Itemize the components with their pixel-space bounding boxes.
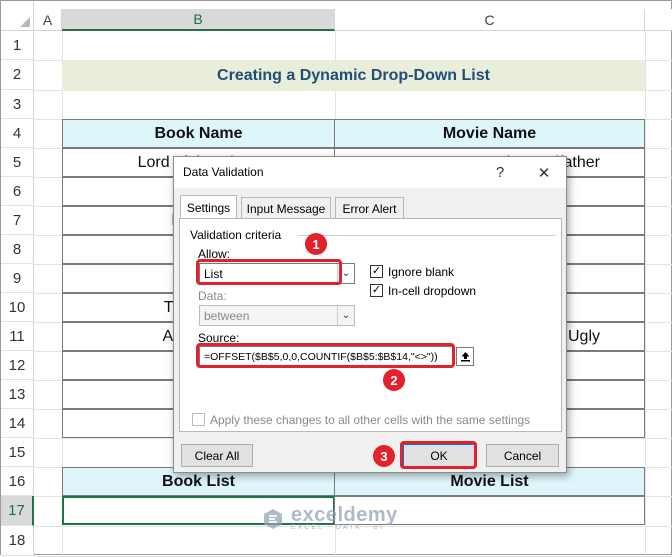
group-divider [298,235,556,236]
header-movie-name[interactable]: Movie Name [334,119,645,148]
settings-panel: Validation criteria Allow: List ⌄ ✓ Igno… [179,218,562,432]
row-header-18[interactable]: 18 [1,526,34,556]
sheet-title[interactable]: Creating a Dynamic Drop-Down List [62,60,645,91]
column-header-b[interactable]: B [62,9,335,31]
tab-settings[interactable]: Settings [180,195,237,219]
row-header-3[interactable]: 3 [1,90,34,119]
row-header-6[interactable]: 6 [1,177,34,206]
row-header-5[interactable]: 5 [1,148,34,177]
row-header-17[interactable]: 17 [1,496,34,526]
chevron-down-icon[interactable]: ⌄ [337,306,354,325]
data-validation-dialog: Data Validation ? ✕ Settings Input Messa… [173,156,567,473]
step-2-badge: 2 [383,369,405,391]
row-header-1[interactable]: 1 [1,31,34,60]
highlight-ok [400,441,477,469]
in-cell-dropdown-checkbox[interactable]: ✓ [370,284,383,297]
data-label: Data: [198,289,227,303]
row-header-12[interactable]: 12 [1,351,34,380]
close-button[interactable]: ✕ [525,157,563,188]
ignore-blank-label: Ignore blank [388,265,455,279]
row-header-4[interactable]: 4 [1,119,34,148]
header-book-name[interactable]: Book Name [62,119,335,148]
cancel-button[interactable]: Cancel [486,444,559,467]
in-cell-dropdown-label: In-cell dropdown [388,284,477,298]
exceldemy-logo-icon [264,508,282,529]
row-header-11[interactable]: 11 [1,322,34,351]
apply-all-checkbox[interactable] [192,413,205,426]
row-header-10[interactable]: 10 [1,293,34,322]
ignore-blank-checkbox[interactable]: ✓ [370,265,383,278]
watermark: exceldemy EXCEL · DATA · BI [261,504,398,531]
collapse-dialog-button[interactable] [456,347,474,366]
column-header-d[interactable] [645,9,672,31]
column-header-c[interactable]: C [335,9,645,31]
watermark-name: exceldemy [291,504,398,526]
clear-all-button[interactable]: Clear All [181,444,253,467]
dialog-title: Data Validation [183,165,264,179]
step-3-badge: 3 [373,445,395,467]
dialog-titlebar[interactable]: Data Validation ? ✕ [174,157,566,188]
step-1-badge: 1 [305,233,327,255]
validation-criteria-heading: Validation criteria [190,228,282,242]
highlight-allow [196,259,342,285]
row-header-2[interactable]: 2 [1,60,34,90]
data-value: between [204,308,250,323]
row-header-8[interactable]: 8 [1,235,34,264]
data-dropdown[interactable]: between ⌄ [199,305,355,326]
watermark-tagline: EXCEL · DATA · BI [291,524,384,531]
range-select-icon [460,352,470,362]
select-all-corner[interactable] [1,1,34,31]
row-header-9[interactable]: 9 [1,264,34,293]
row-header-16[interactable]: 16 [1,467,34,496]
row-header-15[interactable]: 15 [1,438,34,467]
apply-all-label: Apply these changes to all other cells w… [210,413,531,427]
tab-input-message[interactable]: Input Message [241,197,331,219]
tab-error-alert[interactable]: Error Alert [335,197,404,219]
row-header-13[interactable]: 13 [1,380,34,409]
help-button[interactable]: ? [481,157,519,188]
row-header-7[interactable]: 7 [1,206,34,235]
highlight-source [196,343,455,368]
column-header-a[interactable]: A [34,9,62,31]
row-header-14[interactable]: 14 [1,409,34,438]
